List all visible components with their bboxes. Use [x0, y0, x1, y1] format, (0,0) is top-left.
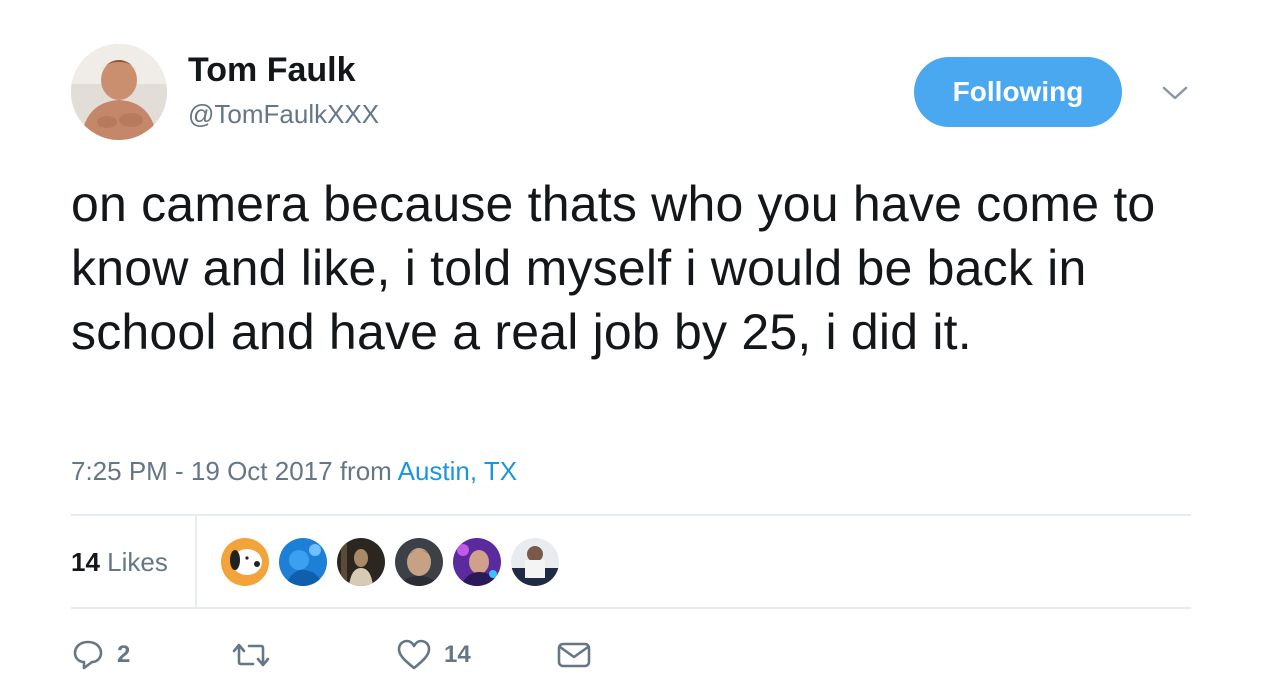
divider-top: [71, 514, 1191, 516]
following-button[interactable]: Following: [914, 57, 1122, 127]
retweet-icon: [232, 643, 270, 667]
likes-label: Likes: [107, 547, 168, 577]
like-count: 14: [444, 641, 471, 668]
tweet-text: on camera because thats who you have com…: [71, 176, 1156, 360]
group-avatar[interactable]: [510, 537, 560, 587]
tweet-meta: 7:25 PM - 19 Oct 2017 from Austin, TX: [71, 454, 517, 488]
direct-message-button[interactable]: [556, 630, 592, 680]
retweet-button[interactable]: [231, 630, 283, 680]
envelope-icon: [557, 642, 591, 668]
from-label: from: [339, 456, 392, 486]
reply-count: 2: [117, 641, 131, 668]
likes-stat[interactable]: 14 Likes: [71, 545, 168, 579]
author-name[interactable]: Tom Faulk: [188, 50, 356, 90]
blue-avatar[interactable]: [278, 537, 328, 587]
dark-portrait-avatar[interactable]: [336, 537, 386, 587]
reply-icon: [73, 640, 103, 670]
heart-icon: [397, 639, 431, 670]
tweet-actions: 2 14: [71, 630, 771, 680]
stats-divider: [195, 516, 197, 608]
author-avatar[interactable]: [71, 44, 167, 140]
snoopy-avatar[interactable]: [220, 537, 270, 587]
tweet-location-link[interactable]: Austin, TX: [398, 456, 517, 486]
purple-avatar[interactable]: [452, 537, 502, 587]
man-portrait-avatar[interactable]: [394, 537, 444, 587]
divider-bottom: [71, 607, 1191, 609]
chevron-down-icon[interactable]: [1160, 82, 1190, 104]
like-button[interactable]: 14: [396, 630, 471, 680]
likes-count: 14: [71, 547, 100, 577]
tweet-timestamp[interactable]: 7:25 PM - 19 Oct 2017: [71, 456, 333, 486]
reply-button[interactable]: 2: [71, 630, 130, 680]
author-handle[interactable]: @TomFaulkXXX: [188, 98, 379, 130]
